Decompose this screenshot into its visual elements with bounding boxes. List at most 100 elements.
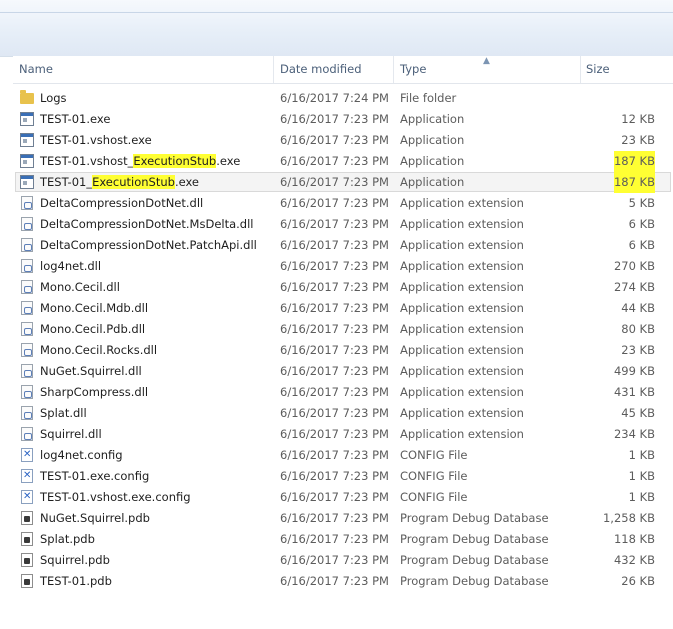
file-row[interactable]: DeltaCompressionDotNet.dll 6/16/2017 7:23… <box>13 193 673 214</box>
file-name[interactable]: Logs <box>40 88 67 109</box>
file-row[interactable]: log4net.dll 6/16/2017 7:23 PM Application … <box>13 256 673 277</box>
file-name[interactable]: TEST-01.pdb <box>40 571 112 592</box>
file-row[interactable]: TEST-01.pdb 6/16/2017 7:23 PM Program Debu… <box>13 571 673 592</box>
file-name-prefix: TEST-01.vshost_ <box>40 154 134 168</box>
file-name[interactable]: TEST-01.exe <box>40 109 110 130</box>
file-type: Application extension <box>400 385 524 399</box>
column-header-type[interactable]: Type <box>400 56 426 83</box>
file-row[interactable]: Splat.pdb 6/16/2017 7:23 PM Program Debug … <box>13 529 673 550</box>
file-name[interactable]: NuGet.Squirrel.pdb <box>40 508 150 529</box>
dll-icon <box>21 364 33 378</box>
file-type: Application <box>400 133 465 147</box>
toolbar-band <box>0 12 673 27</box>
file-name[interactable]: TEST-01.vshost.exe.config <box>40 487 191 508</box>
file-name[interactable]: Squirrel.pdb <box>40 550 110 571</box>
file-date-modified: 6/16/2017 7:23 PM <box>280 448 389 462</box>
file-type: Application extension <box>400 301 524 315</box>
file-date-modified: 6/16/2017 7:23 PM <box>280 511 389 525</box>
file-row[interactable]: Mono.Cecil.dll 6/16/2017 7:23 PM Applicati… <box>13 277 673 298</box>
file-row[interactable]: Squirrel.dll 6/16/2017 7:23 PM Application… <box>13 424 673 445</box>
column-divider[interactable] <box>580 56 581 83</box>
file-row[interactable]: TEST-01.exe 6/16/2017 7:23 PM Application 1… <box>13 109 673 130</box>
file-name[interactable]: log4net.dll <box>40 256 101 277</box>
file-row[interactable]: Splat.dll 6/16/2017 7:23 PM Application ex… <box>13 403 673 424</box>
file-size: 432 KB <box>613 553 655 567</box>
dll-icon <box>21 385 33 399</box>
file-date-modified: 6/16/2017 7:23 PM <box>280 280 389 294</box>
file-row[interactable]: TEST-01.exe.config 6/16/2017 7:23 PM CONFI… <box>13 466 673 487</box>
file-name[interactable]: TEST-01.exe.config <box>40 466 149 487</box>
file-type: Application <box>400 154 465 168</box>
column-header-date-modified[interactable]: Date modified <box>280 56 362 83</box>
file-name[interactable]: DeltaCompressionDotNet.PatchApi.dll <box>40 235 257 256</box>
file-name[interactable]: DeltaCompressionDotNet.MsDelta.dll <box>40 214 254 235</box>
file-type: Program Debug Database <box>400 574 549 588</box>
file-row[interactable]: DeltaCompressionDotNet.MsDelta.dll 6/16/2… <box>13 214 673 235</box>
file-name[interactable]: TEST-01.vshost_ExecutionStub.exe <box>40 151 240 172</box>
file-size: 431 KB <box>613 385 655 399</box>
dll-icon <box>21 301 33 315</box>
file-name[interactable]: Mono.Cecil.Pdb.dll <box>40 319 145 340</box>
dll-icon <box>21 343 33 357</box>
file-name[interactable]: Splat.pdb <box>40 529 95 550</box>
file-size: 499 KB <box>613 364 655 378</box>
file-row[interactable]: Mono.Cecil.Pdb.dll 6/16/2017 7:23 PM Appli… <box>13 319 673 340</box>
file-date-modified: 6/16/2017 7:23 PM <box>280 217 389 231</box>
file-type: Application extension <box>400 364 524 378</box>
file-date-modified: 6/16/2017 7:23 PM <box>280 238 389 252</box>
file-type: Application <box>400 112 465 126</box>
column-header-size[interactable]: Size <box>586 56 610 83</box>
file-row[interactable]: Mono.Cecil.Mdb.dll 6/16/2017 7:23 PM Appli… <box>13 298 673 319</box>
file-type: Application extension <box>400 259 524 273</box>
file-name[interactable]: log4net.config <box>40 445 123 466</box>
dll-icon <box>21 217 33 231</box>
file-name[interactable]: Mono.Cecil.Mdb.dll <box>40 298 148 319</box>
application-icon <box>20 154 34 168</box>
column-header-name[interactable]: Name <box>19 56 53 83</box>
file-row[interactable]: Logs 6/16/2017 7:24 PM File folder <box>13 88 673 109</box>
file-name[interactable]: DeltaCompressionDotNet.dll <box>40 193 203 214</box>
file-name[interactable]: Squirrel.dll <box>40 424 102 445</box>
config-icon <box>21 448 33 462</box>
file-row[interactable]: TEST-01_ExecutionStub.exe 6/16/2017 7:23 … <box>13 172 673 193</box>
file-size: 234 KB <box>613 427 655 441</box>
column-divider[interactable] <box>393 56 394 83</box>
file-type: Application extension <box>400 427 524 441</box>
file-name[interactable]: Splat.dll <box>40 403 87 424</box>
file-row[interactable]: DeltaCompressionDotNet.PatchApi.dll 6/16/… <box>13 235 673 256</box>
config-icon <box>21 490 33 504</box>
file-name[interactable]: Mono.Cecil.dll <box>40 277 120 298</box>
file-row[interactable]: Mono.Cecil.Rocks.dll 6/16/2017 7:23 PM App… <box>13 340 673 361</box>
file-name[interactable]: SharpCompress.dll <box>40 382 148 403</box>
file-type: Application extension <box>400 217 524 231</box>
dll-icon <box>21 322 33 336</box>
file-name-highlight: ExecutionStub <box>133 154 217 168</box>
file-name[interactable]: Mono.Cecil.Rocks.dll <box>40 340 157 361</box>
file-row[interactable]: log4net.config 6/16/2017 7:23 PM CONFIG Fi… <box>13 445 673 466</box>
file-type: Program Debug Database <box>400 553 549 567</box>
file-name[interactable]: NuGet.Squirrel.dll <box>40 361 142 382</box>
file-row[interactable]: TEST-01.vshost_ExecutionStub.exe 6/16/201… <box>13 151 673 172</box>
dll-icon <box>21 259 33 273</box>
file-row[interactable]: NuGet.Squirrel.pdb 6/16/2017 7:23 PM Progr… <box>13 508 673 529</box>
file-size: 26 KB <box>621 574 655 588</box>
file-date-modified: 6/16/2017 7:23 PM <box>280 364 389 378</box>
file-size: 274 KB <box>613 280 655 294</box>
file-size: 118 KB <box>613 532 655 546</box>
file-name[interactable]: TEST-01_ExecutionStub.exe <box>40 172 199 193</box>
file-row[interactable]: Squirrel.pdb 6/16/2017 7:23 PM Program Deb… <box>13 550 673 571</box>
file-type: Program Debug Database <box>400 532 549 546</box>
file-row[interactable]: TEST-01.vshost.exe.config 6/16/2017 7:23 … <box>13 487 673 508</box>
file-type: Application extension <box>400 343 524 357</box>
pdb-icon <box>21 532 33 546</box>
file-row[interactable]: NuGet.Squirrel.dll 6/16/2017 7:23 PM Appli… <box>13 361 673 382</box>
file-date-modified: 6/16/2017 7:24 PM <box>280 91 389 105</box>
file-type: Program Debug Database <box>400 511 549 525</box>
column-divider[interactable] <box>273 56 274 83</box>
file-name[interactable]: TEST-01.vshost.exe <box>40 130 152 151</box>
file-row[interactable]: TEST-01.vshost.exe 6/16/2017 7:23 PM Appli… <box>13 130 673 151</box>
file-date-modified: 6/16/2017 7:23 PM <box>280 112 389 126</box>
file-type: CONFIG File <box>400 448 468 462</box>
file-row[interactable]: SharpCompress.dll 6/16/2017 7:23 PM Applic… <box>13 382 673 403</box>
file-size: 1 KB <box>628 490 655 504</box>
